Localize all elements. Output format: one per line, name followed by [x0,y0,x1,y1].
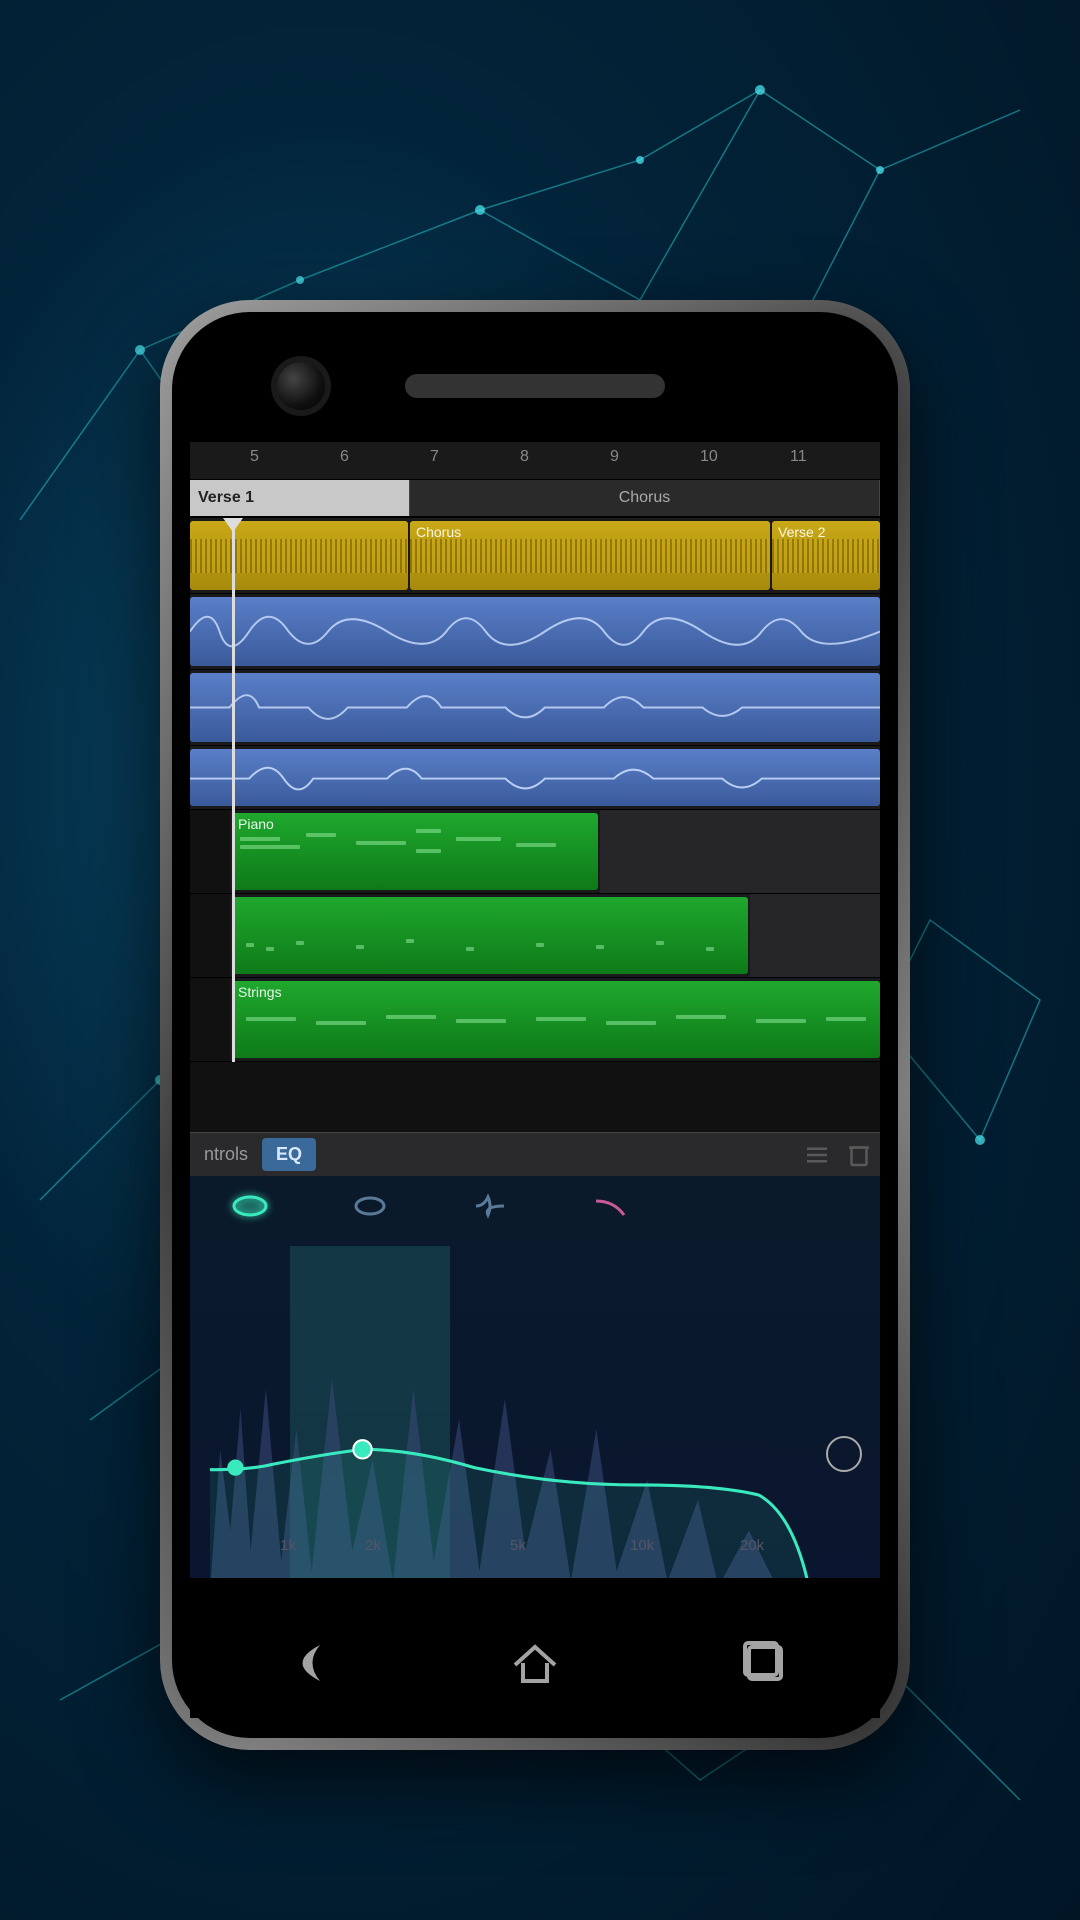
eq-axis-label: 2k [365,1537,381,1554]
ruler-mark: 10 [700,448,718,466]
ruler-mark: 9 [610,448,619,466]
track-row-audio2[interactable] [190,670,880,746]
recent-apps-icon[interactable] [735,1633,795,1693]
midi-region-strings[interactable]: Strings [232,981,880,1058]
tab-eq[interactable]: EQ [262,1138,316,1171]
track-row-audio3[interactable] [190,746,880,810]
eq-axis-label: 20k [740,1537,764,1554]
marker-label: Chorus [619,489,671,507]
audio-region[interactable] [190,597,880,666]
ruler-mark: 7 [430,448,439,466]
playhead[interactable] [232,518,235,1062]
eq-axis-label: 10k [630,1537,654,1554]
eq-gain-knob-icon[interactable] [826,1436,862,1472]
midi-region[interactable] [232,897,748,974]
eq-panel[interactable]: 1k 2k 5k 10k 20k Frequency 700 Hz Gain +… [190,1176,880,1578]
track-row-piano[interactable]: Piano [190,810,880,894]
lower-panel-tabs: ntrols EQ [190,1132,880,1176]
midi-region-piano[interactable]: Piano [232,813,598,890]
ruler-mark: 11 [790,448,807,466]
ruler-mark: 8 [520,448,529,466]
audio-region[interactable] [190,673,880,742]
track-row-vocals[interactable]: Chorus Verse 2 [190,518,880,594]
eq-axis-label: 5k [510,1537,526,1554]
audio-region[interactable] [190,749,880,806]
tab-controls[interactable]: ntrols [190,1138,262,1171]
timeline-ruler[interactable]: 5 6 7 8 9 10 11 [190,442,880,480]
delete-icon[interactable] [844,1140,874,1170]
track-area[interactable]: Chorus Verse 2 [190,518,880,1062]
arrangement-markers[interactable]: Verse 1 Chorus [190,480,880,518]
back-icon[interactable] [275,1633,335,1693]
phone-frame: 5 6 7 8 9 10 11 Verse 1 Chorus [160,300,910,1750]
eq-band-highcut-icon[interactable] [590,1191,630,1221]
ruler-mark: 5 [250,448,259,466]
list-icon[interactable] [802,1140,832,1170]
audio-region-verse2[interactable]: Verse 2 [772,521,880,590]
home-icon[interactable] [505,1633,565,1693]
eq-band-row [190,1176,880,1236]
app-screen: 5 6 7 8 9 10 11 Verse 1 Chorus [190,442,880,1578]
eq-band-lowshelf-icon[interactable] [230,1191,270,1221]
phone-speaker [405,374,665,398]
marker-verse1[interactable]: Verse 1 [190,480,410,516]
phone-camera [277,362,325,410]
eq-band-bell-icon[interactable] [350,1191,390,1221]
marker-label: Verse 1 [198,489,254,507]
marker-chorus[interactable]: Chorus [410,480,880,516]
eq-band-notch-icon[interactable] [470,1191,510,1221]
audio-region-chorus[interactable]: Chorus [410,521,770,590]
android-nav-bar [190,1608,880,1718]
track-row-strings[interactable]: Strings [190,978,880,1062]
ruler-mark: 6 [340,448,349,466]
track-row-midi2[interactable] [190,894,880,978]
empty-area [190,1062,880,1132]
eq-graph[interactable]: 1k 2k 5k 10k 20k [210,1246,820,1578]
track-row-audio1[interactable] [190,594,880,670]
eq-axis-label: 1k [280,1537,296,1554]
